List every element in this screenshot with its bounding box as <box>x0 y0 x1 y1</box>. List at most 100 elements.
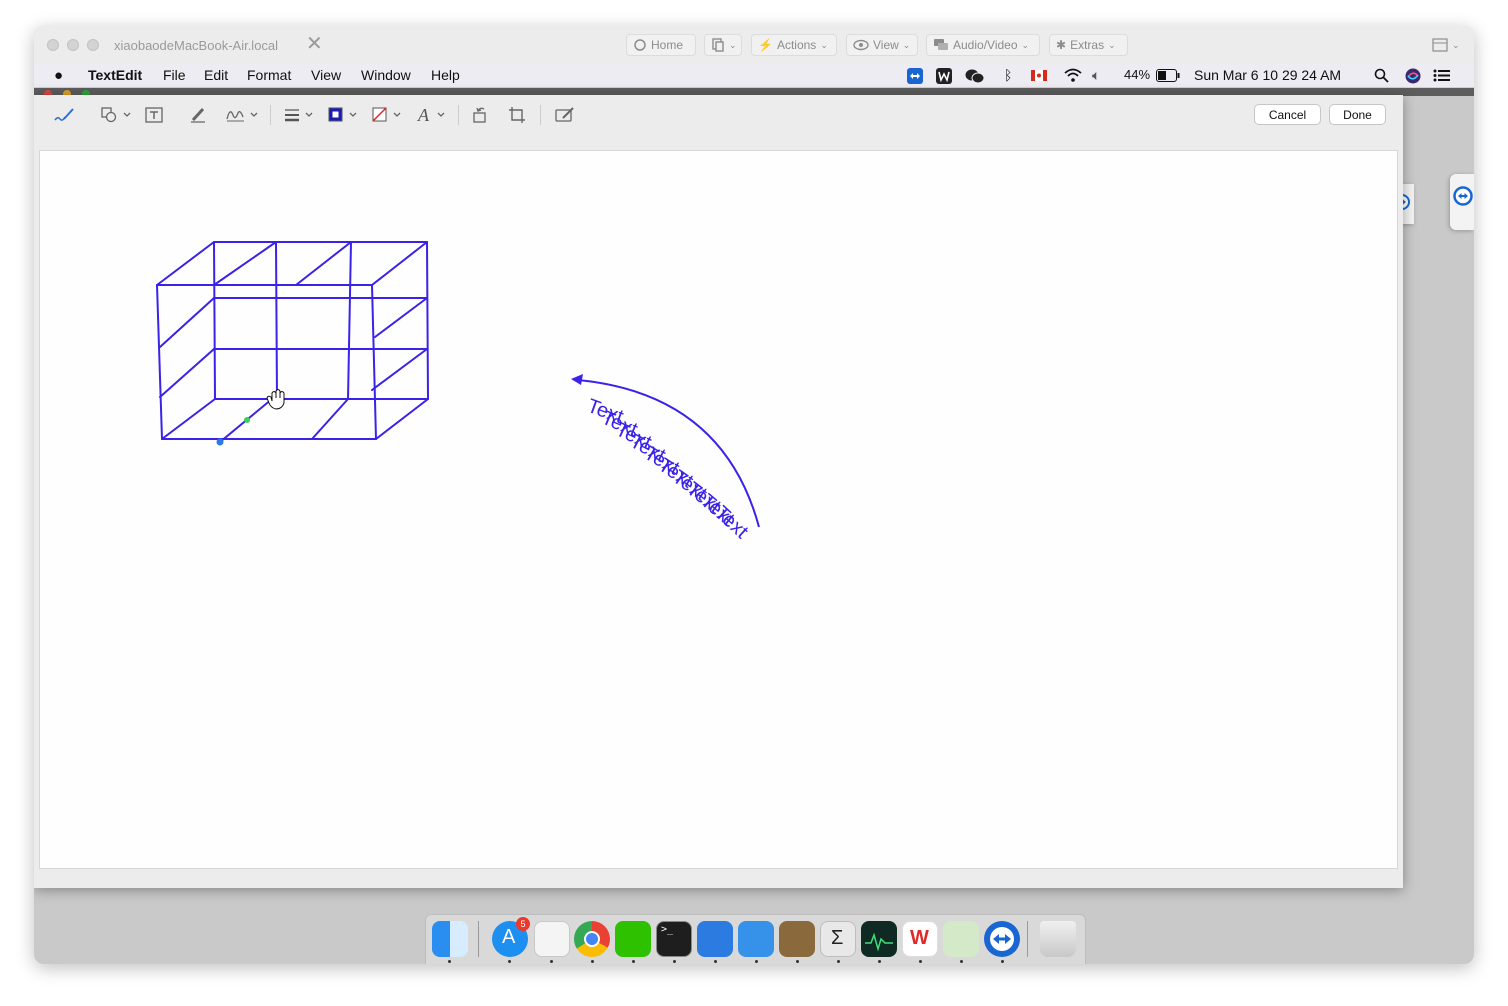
trash-icon[interactable] <box>1040 921 1076 957</box>
markup-canvas[interactable]: Text Text Text Text Text Text Text Text Text Text <box>39 150 1398 869</box>
line-endpoint-handle[interactable] <box>216 438 224 446</box>
signature-tool[interactable] <box>224 103 262 127</box>
notes-app-icon[interactable] <box>779 921 815 957</box>
preview-icon[interactable] <box>943 921 979 957</box>
rotate-left-icon <box>473 107 486 123</box>
wifi-icon[interactable] <box>1063 68 1083 83</box>
text-on-arc-annotation[interactable]: TextTextTextTextTextTextTextTextTextText <box>571 374 760 543</box>
finder-icon[interactable] <box>432 921 468 957</box>
dock-running-indicator <box>714 960 717 963</box>
shapes-tool[interactable] <box>100 103 134 127</box>
audio-video-button[interactable]: Audio/Video ⌄ <box>926 34 1040 56</box>
box-edge-line[interactable] <box>371 241 428 286</box>
box-edge-line[interactable] <box>156 284 163 440</box>
xcode-tools-icon[interactable] <box>697 921 733 957</box>
line-style-tool[interactable] <box>282 103 316 127</box>
line-control-handle[interactable] <box>244 417 250 423</box>
window-minimize-button[interactable] <box>67 39 79 51</box>
window-close-button[interactable] <box>47 39 59 51</box>
menu-format[interactable]: Format <box>247 67 291 83</box>
box-edge-line[interactable] <box>161 398 216 440</box>
border-color-icon <box>328 107 357 122</box>
view-button[interactable]: View ⌄ <box>846 34 918 56</box>
chrome-icon[interactable] <box>574 921 610 957</box>
apple-icon[interactable]: ● <box>54 67 63 84</box>
wireframe-box[interactable] <box>156 241 429 443</box>
xcode-icon[interactable] <box>738 921 774 957</box>
highlight-tool[interactable] <box>188 103 208 127</box>
annotate-icon <box>555 107 574 122</box>
chevron-down-icon: ⌄ <box>902 39 911 50</box>
window-mode-button[interactable]: ⌄ <box>1426 34 1464 56</box>
activity-monitor-icon[interactable] <box>861 921 897 957</box>
teamviewer-icon[interactable] <box>984 921 1020 957</box>
menu-view[interactable]: View <box>311 67 341 83</box>
wechat-icon[interactable] <box>615 921 651 957</box>
menu-file[interactable]: File <box>163 67 186 83</box>
menu-help[interactable]: Help <box>431 67 460 83</box>
actions-button[interactable]: ⚡ Actions ⌄ <box>751 34 837 56</box>
box-edge-line[interactable] <box>371 348 428 391</box>
dock-running-indicator <box>1001 960 1004 963</box>
menu-app-name[interactable]: TextEdit <box>88 67 142 83</box>
teamviewer-icon <box>1453 186 1473 206</box>
box-edge-line[interactable] <box>213 241 216 400</box>
cancel-button[interactable]: Cancel <box>1254 104 1321 125</box>
menu-edit[interactable]: Edit <box>204 67 228 83</box>
textedit-icon[interactable] <box>534 921 570 957</box>
box-edge-line[interactable] <box>275 241 278 400</box>
chevron-down-icon: ⌄ <box>1452 39 1460 50</box>
box-edge-line[interactable] <box>311 398 349 440</box>
bluetooth-icon[interactable]: ᛒ <box>1004 67 1012 83</box>
text-tool[interactable] <box>144 103 164 127</box>
box-edge-line[interactable] <box>295 241 352 286</box>
fill-color-icon <box>372 107 401 122</box>
wechat-status-icon[interactable] <box>965 68 985 84</box>
box-edge-line[interactable] <box>159 297 215 348</box>
volume-icon[interactable]: 🔈︎ <box>1092 67 1100 84</box>
terminal-icon[interactable]: >_ <box>656 921 692 957</box>
chevron-down-icon: ⌄ <box>1108 39 1116 50</box>
extras-label: Extras <box>1070 38 1105 52</box>
spotlight-search-icon[interactable] <box>1374 68 1389 83</box>
extras-button[interactable]: ✱ Extras ⌄ <box>1049 34 1128 56</box>
box-edge-line[interactable] <box>347 241 352 400</box>
home-button[interactable]: Home <box>626 34 696 56</box>
sketch-tool[interactable] <box>52 103 76 127</box>
control-center-icon[interactable] <box>1433 69 1451 82</box>
menu-window[interactable]: Window <box>361 67 411 83</box>
border-color-tool[interactable] <box>326 103 360 127</box>
wps-status-icon[interactable] <box>936 68 952 84</box>
home-label: Home <box>651 38 684 52</box>
side-panel-tab[interactable] <box>1450 174 1474 230</box>
canada-flag-icon[interactable] <box>1031 70 1047 81</box>
box-edge-line[interactable] <box>375 398 429 440</box>
teamviewer-status-icon[interactable] <box>907 68 923 84</box>
fill-color-tool[interactable] <box>370 103 404 127</box>
close-connection-icon[interactable]: ✕ <box>306 34 323 54</box>
battery-icon[interactable] <box>1156 69 1180 82</box>
menubar-clock[interactable]: Sun Mar 6 10 29 24 AM <box>1194 67 1341 83</box>
chat-icon <box>934 39 948 50</box>
toolbar-separator <box>270 105 271 125</box>
rotate-tool[interactable] <box>470 103 490 127</box>
box-edge-line[interactable] <box>159 348 215 398</box>
calculator-icon[interactable]: Σ <box>820 921 856 957</box>
box-edge-line[interactable] <box>426 241 429 400</box>
toolbar-separator <box>458 105 459 125</box>
crop-tool[interactable] <box>507 103 527 127</box>
annotate-tool[interactable] <box>554 103 576 127</box>
done-button[interactable]: Done <box>1329 104 1386 125</box>
box-edge-line[interactable] <box>213 241 277 286</box>
window-zoom-button[interactable] <box>87 39 99 51</box>
app-store-icon[interactable]: A 5 <box>492 917 530 957</box>
clipboard-button[interactable]: ⌄ <box>704 34 742 56</box>
box-edge-line[interactable] <box>156 241 215 286</box>
wps-icon[interactable]: W <box>902 921 938 957</box>
box-edge-line[interactable] <box>374 297 428 338</box>
siri-icon[interactable] <box>1405 68 1421 84</box>
battery-percent: 44% <box>1124 67 1151 82</box>
box-edge-line[interactable] <box>371 284 377 440</box>
text-style-tool[interactable]: A <box>416 103 448 127</box>
dock-running-indicator <box>508 960 511 963</box>
